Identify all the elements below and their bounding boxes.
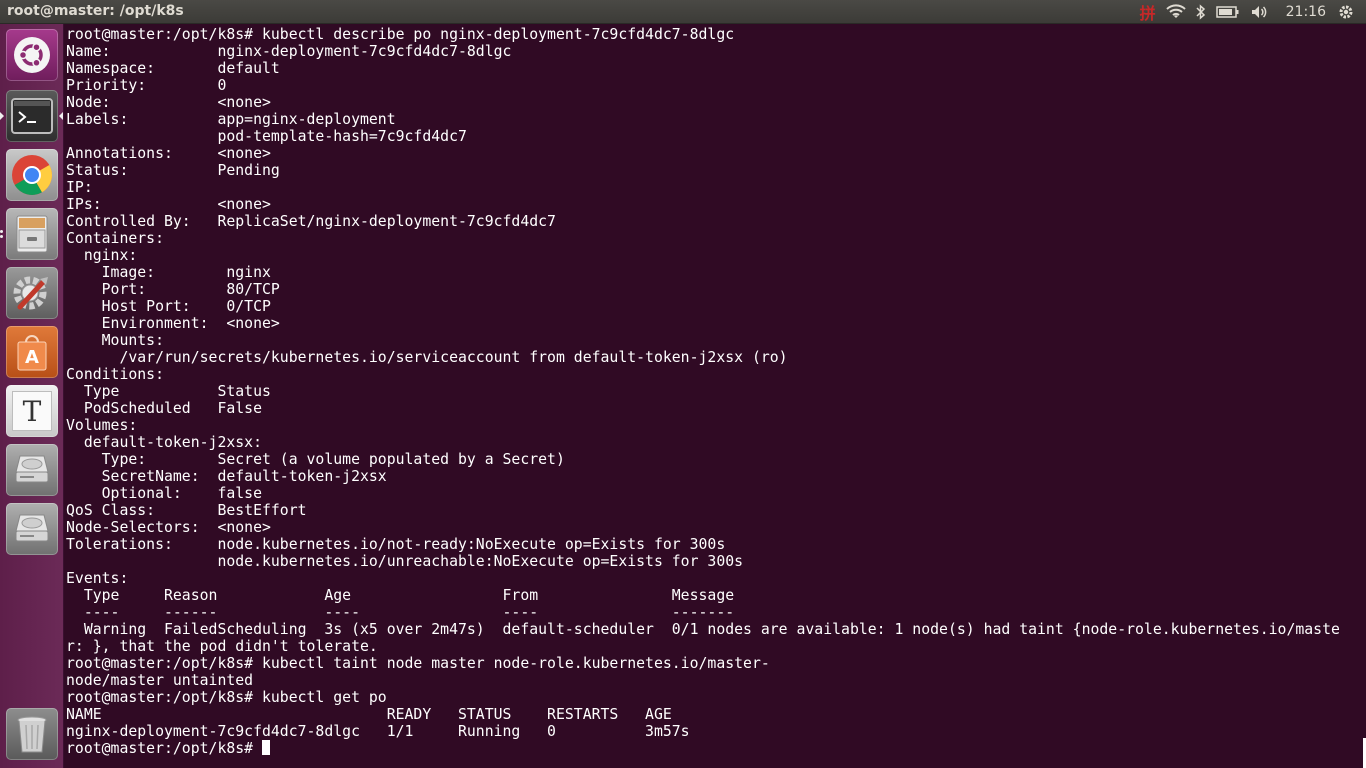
terminal-button[interactable]: [6, 90, 58, 142]
system-settings-button[interactable]: [6, 267, 58, 319]
wifi-icon[interactable]: [1165, 0, 1186, 24]
terminal-prompt-line[interactable]: root@master:/opt/k8s#: [66, 740, 1366, 757]
hard-drive-icon: [15, 514, 49, 542]
terminal-line: node/master untainted: [66, 672, 254, 689]
terminal-prompt: root@master:/opt/k8s#: [66, 740, 262, 757]
terminal-icon: [11, 98, 53, 134]
hard-drive-icon: [15, 455, 49, 483]
window-count-indicator: [0, 230, 3, 233]
files-button[interactable]: [6, 208, 58, 260]
terminal-line: QoS Class: BestEffort: [66, 502, 307, 519]
terminal-line: Annotations: <none>: [66, 145, 271, 162]
chrome-button[interactable]: [6, 149, 58, 201]
terminal-line: Optional: false: [66, 485, 262, 502]
terminal-line: default-token-j2xsx:: [66, 434, 262, 451]
focused-indicator: [59, 112, 63, 120]
terminal-line: Node-Selectors: <none>: [66, 519, 271, 536]
terminal-line: PodScheduled False: [66, 400, 262, 417]
terminal-line: Type: Secret (a volume populated by a Se…: [66, 451, 565, 468]
trash-icon: [17, 716, 47, 753]
terminal-line: nginx:: [66, 247, 138, 264]
window-title: root@master: /opt/k8s: [7, 3, 184, 19]
running-indicator: [0, 112, 4, 120]
clock[interactable]: 21:16: [1286, 4, 1326, 20]
software-center-button[interactable]: A: [6, 326, 58, 378]
battery-icon[interactable]: [1215, 0, 1240, 24]
terminal-line: Host Port: 0/TCP: [66, 298, 271, 315]
terminal-line: nginx-deployment-7c9cfd4dc7-8dlgc 1/1 Ru…: [66, 723, 690, 740]
drive-2-button[interactable]: [6, 503, 58, 555]
terminal-line: Image: nginx: [66, 264, 271, 281]
terminal-line: Controlled By: ReplicaSet/nginx-deployme…: [66, 213, 556, 230]
volume-icon[interactable]: [1250, 0, 1270, 24]
top-panel: root@master: /opt/k8s 拼 21:16: [0, 0, 1366, 24]
settings-icon: [13, 276, 48, 310]
chrome-icon: [12, 155, 52, 195]
terminal-line: node.kubernetes.io/unreachable:NoExecute…: [66, 553, 744, 570]
terminal-line: Volumes:: [66, 417, 138, 434]
terminal-line: Conditions:: [66, 366, 164, 383]
terminal-line: Priority: 0: [66, 77, 227, 94]
terminal-line: root@master:/opt/k8s# kubectl get po: [66, 689, 387, 706]
shopping-bag-icon: A: [17, 335, 47, 371]
terminal-line: r: }, that the pod didn't tolerate.: [66, 638, 378, 655]
svg-text:A: A: [25, 347, 39, 368]
terminal-line: Mounts:: [66, 332, 164, 349]
indicator-area: 拼 21:16: [1140, 0, 1366, 24]
terminal-line: Type Reason Age From Message: [66, 587, 735, 604]
bluetooth-icon[interactable]: [1196, 0, 1206, 24]
text-cursor: [262, 740, 270, 755]
terminal-line: Labels: app=nginx-deployment: [66, 111, 396, 128]
terminal-output: root@master:/opt/k8s# kubectl describe p…: [66, 26, 1366, 740]
terminal-line: pod-template-hash=7c9cfd4dc7: [66, 128, 467, 145]
drive-1-button[interactable]: [6, 444, 58, 496]
ubuntu-logo-icon: [14, 37, 50, 73]
window-count-indicator: [0, 235, 3, 238]
terminal-line: NAME READY STATUS RESTARTS AGE: [66, 706, 672, 723]
terminal-line: Tolerations: node.kubernetes.io/not-read…: [66, 536, 726, 553]
gear-icon[interactable]: [1338, 0, 1354, 24]
terminal-line: IPs: <none>: [66, 196, 271, 213]
terminal-line: Port: 80/TCP: [66, 281, 280, 298]
terminal-line: Type Status: [66, 383, 271, 400]
terminal-line: Name: nginx-deployment-7c9cfd4dc7-8dlgc: [66, 43, 512, 60]
terminal-window[interactable]: root@master:/opt/k8s# kubectl describe p…: [65, 24, 1366, 768]
terminal-line: ---- ------ ---- ---- -------: [66, 604, 735, 621]
file-cabinet-icon: [16, 215, 48, 253]
launcher: A T: [0, 24, 64, 768]
terminal-line: Containers:: [66, 230, 164, 247]
text-editor-icon: T: [12, 391, 52, 431]
text-editor-button[interactable]: T: [6, 385, 58, 437]
ubuntu-dash-button[interactable]: [6, 29, 58, 81]
terminal-line: root@master:/opt/k8s# kubectl describe p…: [66, 26, 735, 43]
terminal-line: Warning FailedScheduling 3s (x5 over 2m4…: [66, 621, 1340, 638]
terminal-line: SecretName: default-token-j2xsx: [66, 468, 387, 485]
trash-button[interactable]: [6, 708, 58, 760]
ime-icon[interactable]: 拼: [1140, 0, 1156, 24]
terminal-line: Environment: <none>: [66, 315, 280, 332]
terminal-line: /var/run/secrets/kubernetes.io/serviceac…: [66, 349, 788, 366]
terminal-line: Node: <none>: [66, 94, 271, 111]
terminal-line: IP:: [66, 179, 93, 196]
terminal-line: Namespace: default: [66, 60, 280, 77]
terminal-line: root@master:/opt/k8s# kubectl taint node…: [66, 655, 770, 672]
terminal-line: Status: Pending: [66, 162, 280, 179]
terminal-line: Events:: [66, 570, 129, 587]
